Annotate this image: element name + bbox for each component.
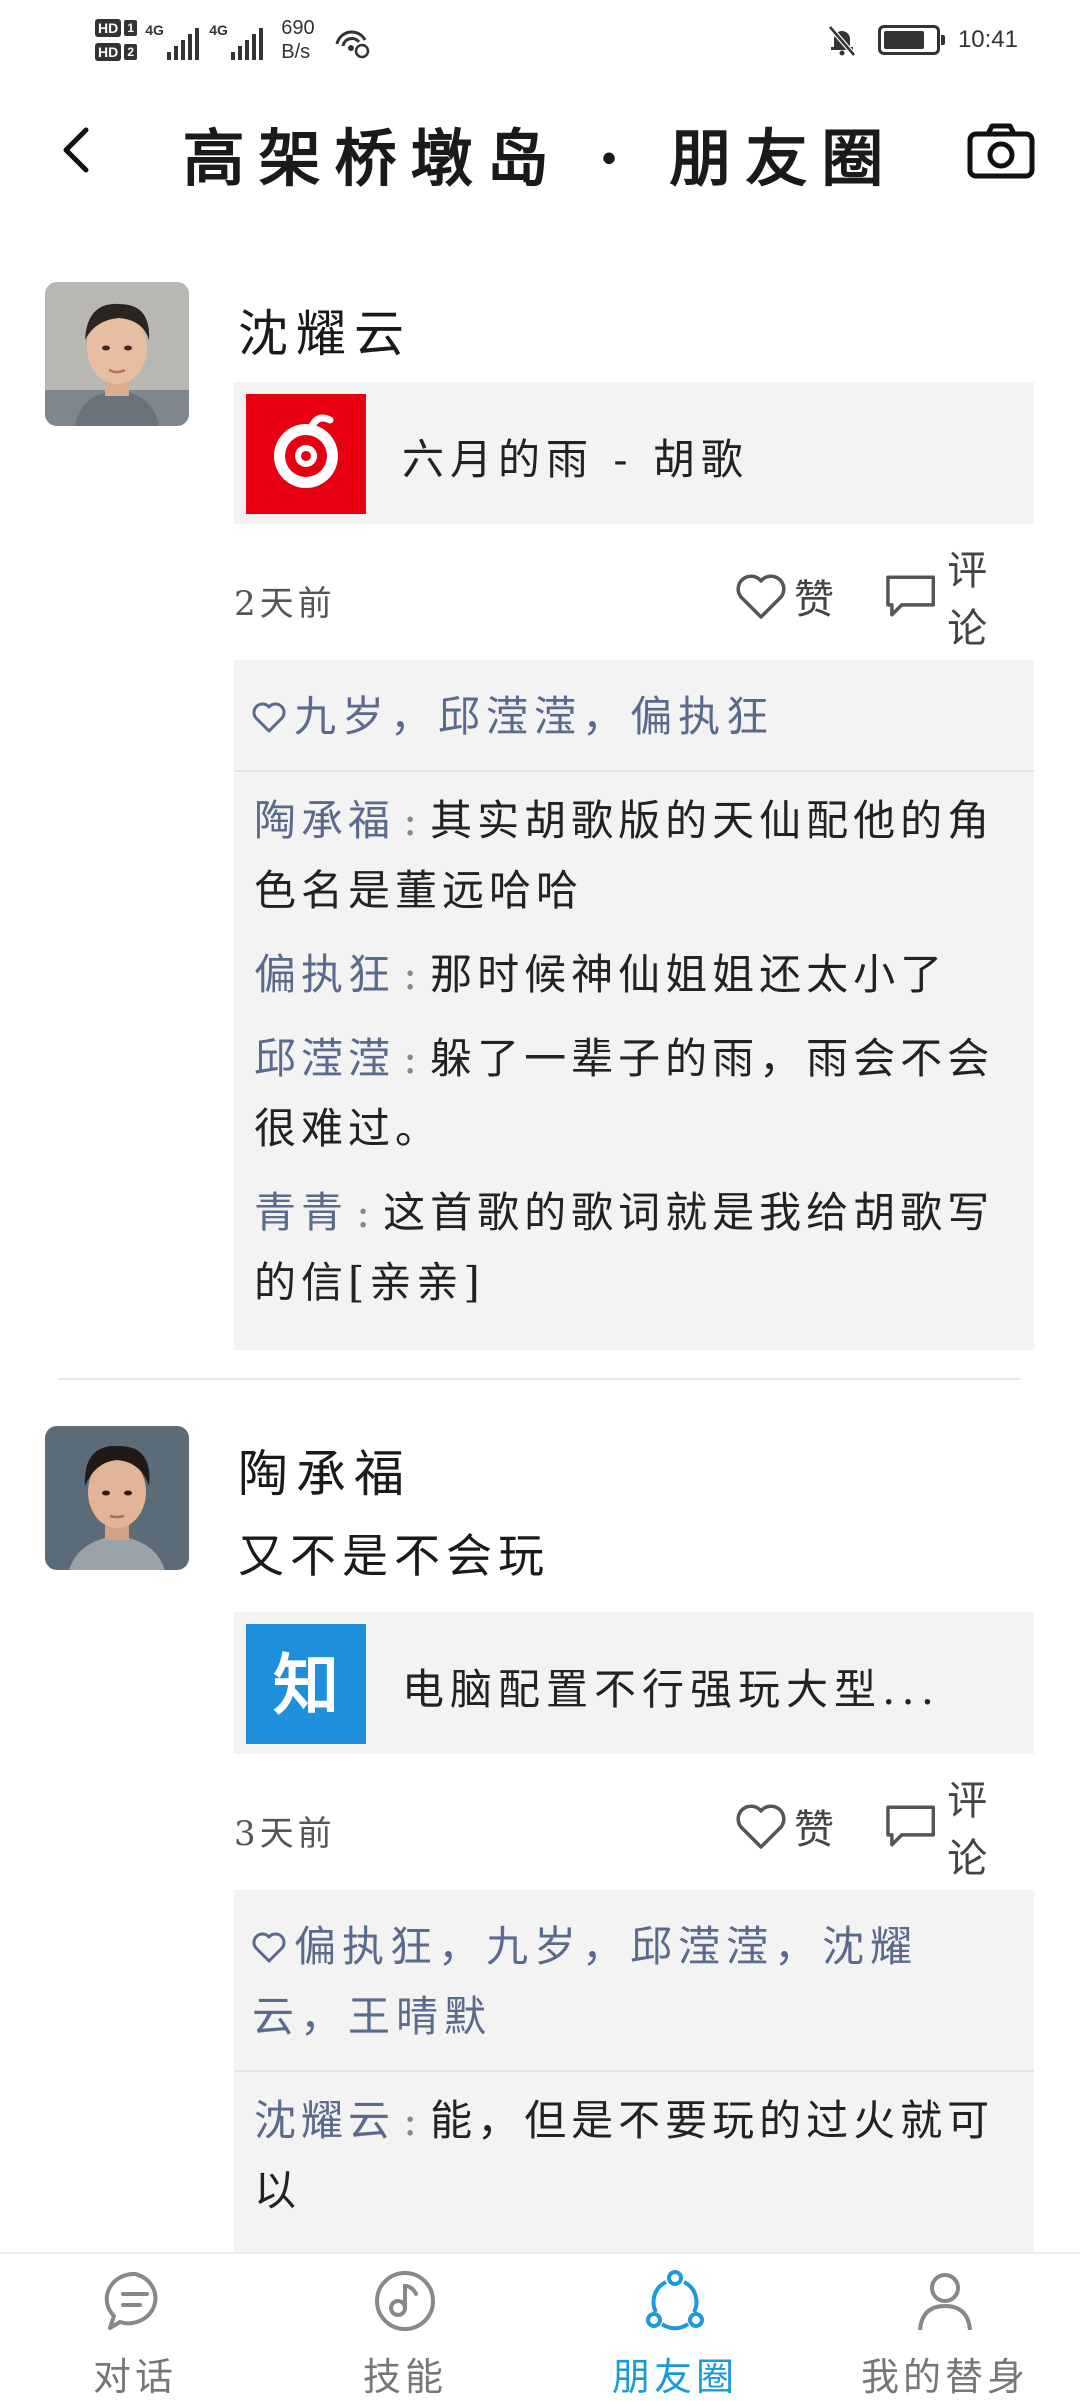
wifi-hotspot-icon: [335, 30, 369, 59]
share-card[interactable]: 六月的雨 - 胡歌: [234, 382, 1034, 524]
signal-1-icon: 4G: [145, 20, 200, 60]
liker-name[interactable]: 邱滢滢: [630, 1922, 774, 1971]
comment-label: 评论: [947, 548, 992, 652]
comment-item[interactable]: 邱滢滢: 躲了一辈子的雨，雨会不会很难过。: [254, 1024, 1014, 1164]
commenter-name[interactable]: 陶承福: [254, 796, 395, 845]
zhihu-icon: 知: [246, 1624, 366, 1744]
comment-text: 那时候神仙姐姐还太小了: [430, 950, 948, 999]
heart-small-icon: [252, 1932, 286, 1963]
hd1-num: 1: [124, 20, 138, 36]
hd1-badge: HD 1: [95, 19, 138, 37]
comment-bubble-icon: [886, 575, 936, 617]
post-time: 2天前: [234, 584, 336, 624]
likes-list: 偏执狂，九岁，邱滢滢，沈耀云，王晴默: [234, 1890, 1034, 2072]
post-time: 3天前: [234, 1814, 336, 1854]
commenter-name[interactable]: 沈耀云: [254, 2096, 395, 2145]
share-title: 六月的雨 - 胡歌: [402, 435, 749, 484]
comment-button[interactable]: 评论: [884, 1778, 1034, 1882]
page-title: 高架桥墩岛 · 朋友圈: [182, 122, 898, 195]
comments-list: 沈耀云: 能，但是不要玩的过火就可以: [234, 2072, 1034, 2258]
share-card[interactable]: 知 电脑配置不行强玩大型...: [234, 1612, 1034, 1754]
comment-item[interactable]: 陶承福: 其实胡歌版的天仙配他的角色名是董远哈哈: [254, 786, 1014, 926]
skill-disc-icon: [375, 2271, 435, 2331]
profile-person-icon: [918, 2273, 972, 2331]
hd1-label: HD: [95, 19, 122, 37]
status-time: 10:41: [957, 26, 1018, 53]
netease-music-icon: [246, 394, 366, 514]
signal-2-icon: 4G: [209, 20, 264, 60]
hd2-num: 2: [124, 44, 138, 60]
nav-label: 我的替身: [860, 2355, 1029, 2399]
nav-skills[interactable]: 技能: [270, 2254, 540, 2400]
like-button[interactable]: 赞: [734, 566, 838, 626]
post-author[interactable]: 陶承福: [238, 1434, 412, 1506]
post-divider: [58, 1378, 1020, 1380]
comment-button[interactable]: 评论: [884, 548, 1034, 652]
like-label: 赞: [794, 577, 838, 623]
network-rate: 690 B/s: [281, 16, 314, 64]
rate-value: 690: [281, 17, 315, 39]
liker-name[interactable]: 九岁: [486, 1922, 582, 1971]
comments-list: 陶承福: 其实胡歌版的天仙配他的角色名是董远哈哈 偏执狂: 那时候神仙姐姐还太小了 …: [234, 772, 1034, 1350]
post-meta: 3天前 赞 评论: [234, 1778, 1034, 1882]
status-bar: HD 1 HD 2 4G 4G 690 B/s 10:41: [0, 0, 1080, 80]
interaction-box: 九岁，邱滢滢，偏执狂 陶承福: 其实胡歌版的天仙配他的角色名是董远哈哈 偏执狂: 那…: [234, 660, 1034, 1350]
hd2-badge: HD 2: [95, 43, 138, 61]
liker-name[interactable]: 九岁: [294, 692, 390, 741]
status-left: HD 1 HD 2 4G 4G 690 B/s: [95, 8, 371, 72]
heart-outline-icon: [736, 574, 786, 619]
post-text: 又不是不会玩: [238, 1529, 550, 1583]
share-title: 电脑配置不行强玩大型...: [402, 1665, 941, 1714]
like-button[interactable]: 赞: [734, 1796, 838, 1856]
liker-name[interactable]: 偏执狂: [630, 692, 774, 741]
hd-indicators: HD 1 HD 2: [95, 19, 138, 61]
nav-label: 朋友圈: [611, 2355, 738, 2399]
battery-fill: [883, 31, 924, 49]
nav-label: 技能: [362, 2355, 447, 2399]
liker-name[interactable]: 偏执狂: [294, 1922, 438, 1971]
nav-profile[interactable]: 我的替身: [810, 2254, 1080, 2400]
chat-bubble-icon: [104, 2271, 158, 2330]
heart-small-icon: [252, 702, 286, 733]
post-meta: 2天前 赞 评论: [234, 548, 1034, 652]
liker-name[interactable]: 王晴默: [348, 1992, 492, 2041]
like-label: 赞: [794, 1807, 838, 1853]
avatar-photo: [45, 282, 189, 426]
camera-button[interactable]: [966, 120, 1036, 180]
battery-icon: [877, 25, 945, 55]
comment-item[interactable]: 青青: 这首歌的歌词就是我给胡歌写的信[亲亲]: [254, 1178, 1014, 1318]
likes-list: 九岁，邱滢滢，偏执狂: [234, 660, 1034, 772]
comment-item[interactable]: 偏执狂: 那时候神仙姐姐还太小了: [254, 940, 1014, 1010]
comment-label: 评论: [947, 1778, 992, 1882]
zhihu-glyph: 知: [273, 1647, 339, 1724]
liker-name[interactable]: 邱滢滢: [438, 692, 582, 741]
signal-1-gen: 4G: [145, 22, 164, 38]
nav-moments[interactable]: 朋友圈: [540, 2254, 810, 2400]
commenter-name[interactable]: 邱滢滢: [254, 1034, 395, 1083]
nav-label: 对话: [92, 2355, 177, 2399]
bottom-nav: 对话 技能 朋友圈 我的替身: [0, 2252, 1080, 2400]
commenter-name[interactable]: 青青: [254, 1188, 348, 1237]
commenter-name[interactable]: 偏执狂: [254, 950, 395, 999]
heart-outline-icon: [736, 1804, 786, 1849]
nav-chat[interactable]: 对话: [0, 2254, 270, 2400]
post-author[interactable]: 沈耀云: [238, 294, 412, 366]
mute-bell-icon: [828, 25, 856, 57]
comment-bubble-icon: [886, 1805, 936, 1847]
avatar[interactable]: [45, 282, 189, 426]
top-header: 高架桥墩岛 · 朋友圈: [0, 90, 1080, 210]
avatar-photo: [45, 1426, 189, 1570]
comment-item[interactable]: 沈耀云: 能，但是不要玩的过火就可以: [254, 2086, 1014, 2226]
interaction-box: 偏执狂，九岁，邱滢滢，沈耀云，王晴默 沈耀云: 能，但是不要玩的过火就可以: [234, 1890, 1034, 2258]
hd2-label: HD: [95, 43, 122, 61]
moments-share-icon: [646, 2270, 704, 2331]
rate-unit: B/s: [281, 41, 311, 63]
signal-2-gen: 4G: [209, 22, 228, 38]
avatar[interactable]: [45, 1426, 189, 1570]
status-right: 10:41: [824, 18, 1018, 62]
camera-icon: [967, 123, 1035, 179]
